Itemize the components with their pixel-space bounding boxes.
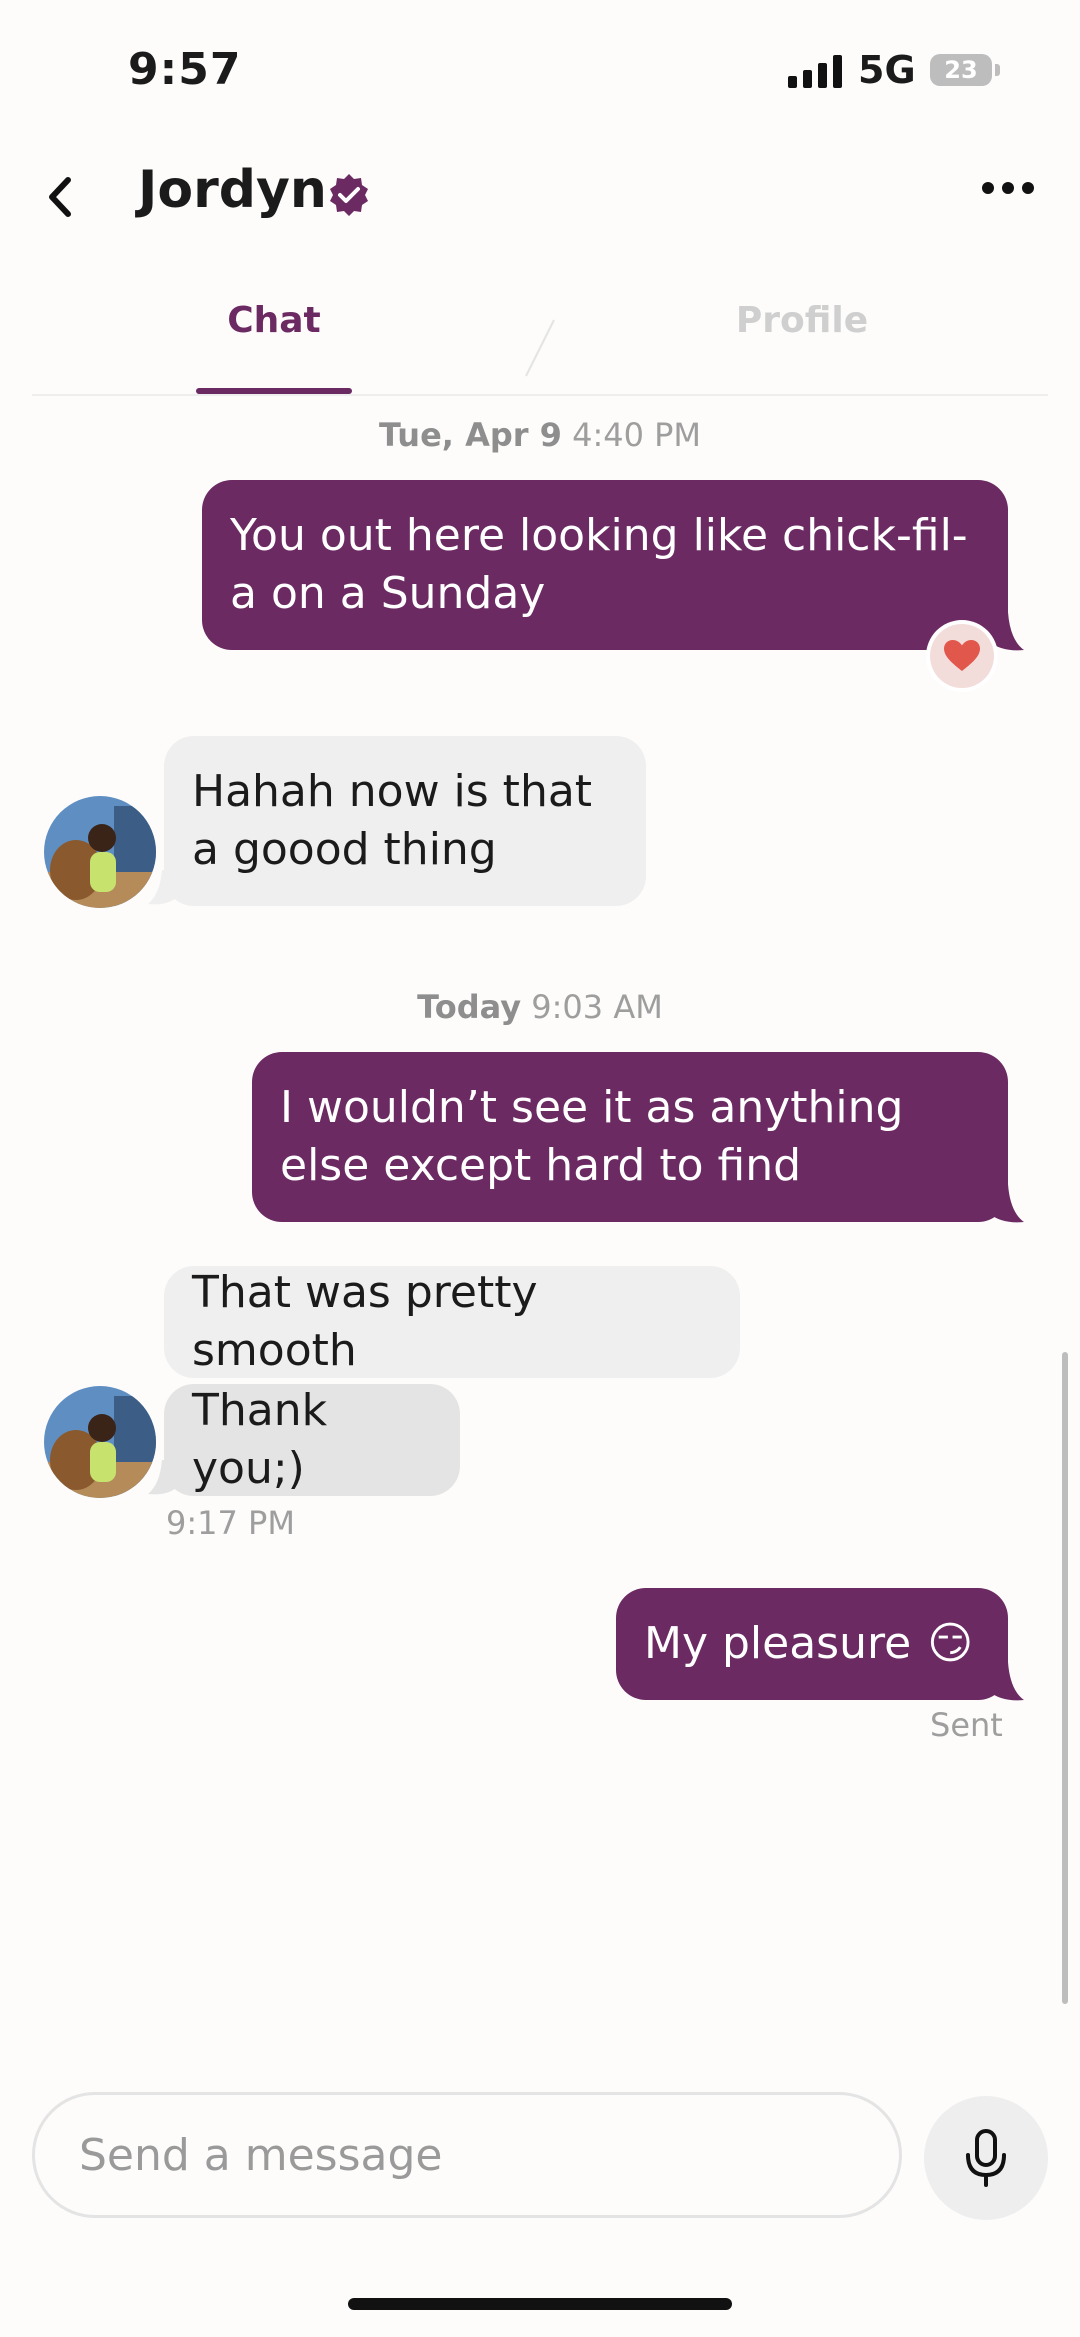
more-horizontal-icon bbox=[982, 182, 1034, 194]
status-time: 9:57 bbox=[128, 44, 242, 95]
battery-tip bbox=[995, 64, 1000, 76]
heart-icon bbox=[944, 640, 980, 671]
message-timestamp: 9:17 PM bbox=[166, 1504, 295, 1542]
microphone-icon bbox=[966, 2129, 1006, 2187]
tab-profile[interactable]: Profile bbox=[692, 300, 912, 341]
scrollbar[interactable] bbox=[1062, 1352, 1068, 2004]
home-indicator bbox=[348, 2298, 732, 2310]
incoming-message[interactable]: That was pretty smooth bbox=[164, 1266, 740, 1378]
verified-badge-icon bbox=[326, 172, 372, 218]
tab-divider bbox=[520, 318, 560, 378]
message-text: I wouldn’t see it as anything else excep… bbox=[280, 1082, 904, 1191]
message-text: Hahah now is that a goood thing bbox=[192, 766, 593, 875]
bubble-tail bbox=[990, 612, 1024, 651]
message-text: Thank you;) bbox=[192, 1385, 328, 1494]
avatar[interactable] bbox=[44, 1386, 156, 1498]
stamp-time: 9:03 AM bbox=[531, 988, 663, 1026]
message-text: My pleasure bbox=[644, 1618, 912, 1669]
incoming-message[interactable]: Hahah now is that a goood thing bbox=[164, 736, 646, 906]
stamp-time: 4:40 PM bbox=[572, 416, 702, 454]
outgoing-message[interactable]: I wouldn’t see it as anything else excep… bbox=[252, 1052, 1008, 1222]
back-button[interactable] bbox=[40, 172, 84, 222]
bubble-tail bbox=[990, 1662, 1024, 1701]
stamp-day: Today bbox=[417, 988, 522, 1026]
outgoing-message[interactable]: My pleasure 😏 bbox=[616, 1588, 1008, 1700]
more-options-button[interactable] bbox=[980, 176, 1036, 200]
bubble-tail bbox=[148, 1460, 176, 1495]
smirk-emoji-icon: 😏 bbox=[927, 1618, 974, 1669]
message-text: You out here looking like chick-fil-a on… bbox=[230, 510, 968, 619]
date-stamp: Tue, Apr 9 4:40 PM bbox=[0, 416, 1080, 454]
tab-chat[interactable]: Chat bbox=[164, 300, 384, 341]
date-stamp: Today 9:03 AM bbox=[0, 988, 1080, 1026]
signal-icon bbox=[788, 54, 842, 88]
message-input[interactable]: Send a message bbox=[32, 2092, 902, 2218]
reaction-badge[interactable] bbox=[930, 624, 994, 688]
battery-icon: 23 bbox=[930, 54, 992, 86]
voice-message-button[interactable] bbox=[924, 2096, 1048, 2220]
stamp-day: Tue, Apr 9 bbox=[378, 416, 562, 454]
battery-level: 23 bbox=[944, 56, 978, 84]
bubble-tail bbox=[148, 870, 176, 905]
contact-photo bbox=[44, 1386, 156, 1498]
delivery-status: Sent bbox=[930, 1706, 1003, 1744]
incoming-message[interactable]: Thank you;) bbox=[164, 1384, 460, 1496]
avatar[interactable] bbox=[44, 796, 156, 908]
network-label: 5G bbox=[858, 48, 916, 92]
chevron-left-icon bbox=[49, 177, 71, 217]
bubble-tail bbox=[990, 1184, 1024, 1223]
outgoing-message[interactable]: You out here looking like chick-fil-a on… bbox=[202, 480, 1008, 650]
message-input-placeholder: Send a message bbox=[79, 2129, 443, 2181]
contact-name[interactable]: Jordyn bbox=[138, 160, 327, 220]
message-text: That was pretty smooth bbox=[192, 1267, 538, 1376]
header-divider bbox=[32, 394, 1048, 396]
contact-photo bbox=[44, 796, 156, 908]
